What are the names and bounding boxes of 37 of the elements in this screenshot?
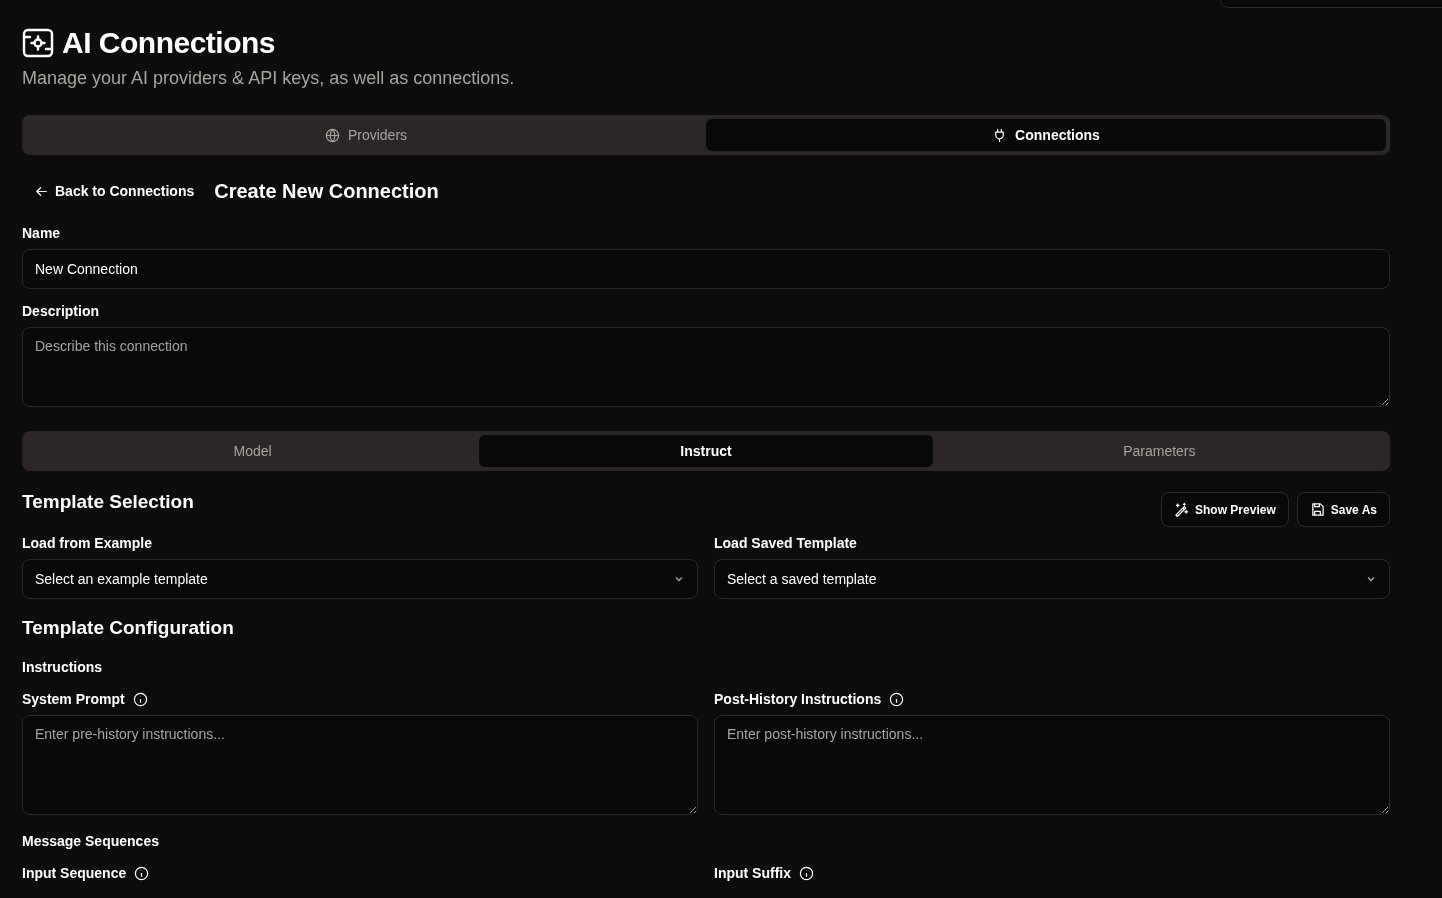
subsection-heading: Instructions xyxy=(22,659,104,675)
save-icon xyxy=(1309,502,1325,517)
tab[interactable]: Instruct xyxy=(479,435,933,467)
field-label: Input Sequence xyxy=(22,865,127,881)
preview-button[interactable]: Show Preview xyxy=(1161,492,1289,527)
field-label: Name xyxy=(22,225,62,241)
info-icon xyxy=(134,865,150,881)
template-dropdown[interactable]: Select an example template xyxy=(22,559,698,599)
field-label: Load Saved Template xyxy=(714,535,858,551)
instructions-field[interactable]: Enter post-history instructions... xyxy=(714,715,1390,815)
page-subtitle: Manage your AI providers & API keys, as well as connections. xyxy=(22,68,516,89)
tab[interactable]: Model xyxy=(26,435,480,467)
info-icon xyxy=(889,691,905,707)
tab[interactable]: Parameters xyxy=(932,435,1386,467)
field-label: Input Suffix xyxy=(714,865,791,881)
field-label: Load from Example xyxy=(22,535,153,551)
save-as-button[interactable]: Save As xyxy=(1296,492,1390,527)
back-link[interactable]: Back to Connections xyxy=(22,177,195,205)
tab[interactable]: Connections xyxy=(706,119,1386,151)
field-label: System Prompt xyxy=(22,691,125,707)
description-field[interactable]: Describe this connection xyxy=(22,327,1390,407)
section-title: Template Selection xyxy=(22,491,194,513)
instructions-field[interactable]: Enter pre-history instructions... xyxy=(22,715,698,815)
tab[interactable]: Providers xyxy=(26,119,706,151)
gear-box-icon xyxy=(22,27,54,59)
field-label: Post-History Instructions xyxy=(714,691,882,707)
page-title: AI Connections xyxy=(62,26,275,60)
info-icon xyxy=(132,691,148,707)
globe-icon xyxy=(324,127,340,143)
template-dropdown[interactable]: Select a saved template xyxy=(714,559,1390,599)
form-title: Create New Connection xyxy=(214,179,439,203)
name-field[interactable]: New Connection xyxy=(22,249,1390,289)
subsection-heading: Message Sequences xyxy=(22,833,160,849)
magic-wand-icon xyxy=(1174,502,1190,517)
info-icon xyxy=(799,865,814,881)
section-title: Template Configuration xyxy=(22,617,235,639)
field-label: Description xyxy=(22,303,100,319)
